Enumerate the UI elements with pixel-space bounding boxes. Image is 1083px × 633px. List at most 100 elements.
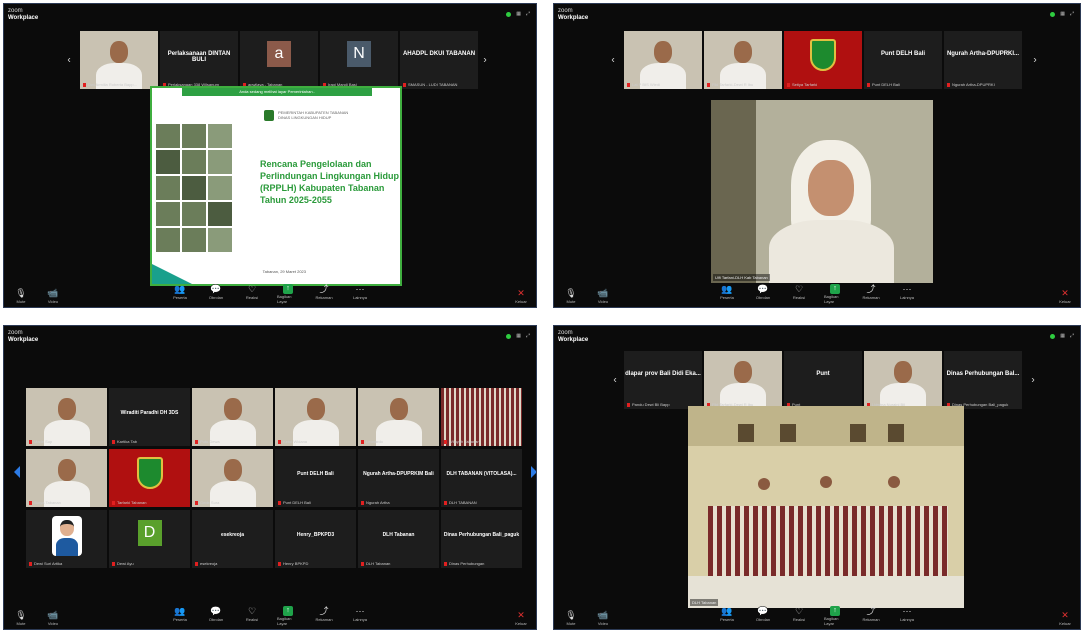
toolbar-button-lainnya[interactable]: ⋯ Lainnya: [896, 606, 918, 626]
toolbar-button-reaksi[interactable]: ♡ Reaksi: [788, 606, 810, 626]
security-icon[interactable]: [1050, 11, 1056, 17]
toolbar-button-video[interactable]: 📹 Video: [42, 610, 64, 626]
toolbar-button-lainnya[interactable]: ⋯ Lainnya: [349, 606, 371, 626]
participant-tile[interactable]: Punt Punt: [784, 351, 862, 409]
participant-tile[interactable]: Henry_BPKPD3 Henry BPKPD: [275, 510, 356, 568]
participant-tile[interactable]: Dewi Suri Artika: [26, 510, 107, 568]
prev-page-arrow-icon[interactable]: ‹: [610, 375, 620, 386]
view-icon[interactable]: ▦: [1060, 11, 1065, 17]
toolbar-button-rekaman[interactable]: ⤴ Rekaman: [313, 606, 335, 626]
participant-tile[interactable]: Fiki Tarfarki-Dewi R Ibu: [704, 31, 782, 89]
participant-tile[interactable]: Fiki Tarfarki-Dewi R Ibu: [704, 351, 782, 409]
toolbar-button-obrolan[interactable]: 💬 Obrolan: [752, 284, 774, 304]
toolbar-button-rekaman[interactable]: ⤴ Rekaman: [313, 284, 335, 304]
participant-tile[interactable]: a apwilaya - Tabanan: [240, 31, 318, 89]
active-speaker-video[interactable]: Ulfi Tarfani-DLH Kab Tabanan: [711, 100, 933, 283]
participant-tile[interactable]: Ketut Widana: [275, 388, 356, 446]
toolbar-button-peserta[interactable]: 👥 Peserta: [716, 606, 738, 626]
toolbar-button-label: Obrolan: [755, 295, 771, 300]
toolbar-button-label: Video: [47, 621, 59, 626]
toolbar-button-bagikan-layar[interactable]: ↑ Bagikan Layar: [277, 284, 299, 304]
next-page-arrow-icon[interactable]: [531, 466, 536, 478]
toolbar-button-peserta[interactable]: 👥 Peserta: [169, 606, 191, 626]
toolbar-button-video[interactable]: 📹 Video: [592, 610, 614, 626]
participant-tile[interactable]: DLH TABANAN (VITOLASA)... DLH TABANAN: [441, 449, 522, 507]
fullscreen-icon[interactable]: ⤢: [1070, 333, 1074, 339]
toolbar-button-rekaman[interactable]: ⤴ Rekaman: [860, 606, 882, 626]
participant-tile[interactable]: Tarfarki Tabanan: [109, 449, 190, 507]
participant-tile[interactable]: Lidwina Nuraini Bil: [864, 351, 942, 409]
participant-tile[interactable]: Dwi Armilia Roberta Bapp...: [80, 31, 158, 89]
participant-tile[interactable]: Dinas Perhubungan Bal... Dinas Perhubunga…: [944, 351, 1022, 409]
toolbar-button-video[interactable]: 📹 Video: [592, 288, 614, 304]
toolbar-button-bagikan-layar[interactable]: ↑ Bagikan Layar: [824, 284, 846, 304]
participant-tile[interactable]: Putu Dewa: [192, 388, 273, 446]
top-right-controls: ▦ ⤢: [506, 11, 530, 17]
security-icon[interactable]: [506, 333, 512, 339]
participant-tile[interactable]: dlapar prov Bali Didi Eka... Pandu Dewi B…: [624, 351, 702, 409]
participant-tile[interactable]: Ngurah Artha-DPUPRKIM Bali Ngurah Artha: [358, 449, 439, 507]
next-page-arrow-icon[interactable]: ›: [1030, 55, 1040, 66]
participant-tile[interactable]: Made Sup: [26, 388, 107, 446]
fullscreen-icon[interactable]: ⤢: [1070, 11, 1074, 17]
toolbar-button-keluar[interactable]: ✕ Keluar: [510, 288, 532, 304]
toolbar-button-peserta[interactable]: 👥 Peserta: [716, 284, 738, 304]
shared-slide: Anda sedang melihat layar Pemerintahan..…: [150, 86, 402, 286]
toolbar-button-keluar[interactable]: ✕ Keluar: [1054, 610, 1076, 626]
participant-tile[interactable]: Perlaksanaan DINTAN BULI Perlaksanaan 338…: [160, 31, 238, 89]
toolbar-button-bagikan-layar[interactable]: ↑ Bagikan Layar: [277, 606, 299, 626]
toolbar-button-lainnya[interactable]: ⋯ Lainnya: [349, 284, 371, 304]
next-page-arrow-icon[interactable]: ›: [1028, 375, 1038, 386]
meeting-room-video[interactable]: DLH Tabanan: [688, 406, 964, 608]
toolbar-button-obrolan[interactable]: 💬 Obrolan: [205, 606, 227, 626]
toolbar-button-bagikan-layar[interactable]: ↑ Bagikan Layar: [824, 606, 846, 626]
view-icon[interactable]: ▦: [516, 333, 521, 339]
next-page-arrow-icon[interactable]: ›: [480, 55, 490, 66]
toolbar-button-obrolan[interactable]: 💬 Obrolan: [205, 284, 227, 304]
participant-tile[interactable]: Ngurah Artha-DPUPRKI... Ngurah Artha-DPUP…: [944, 31, 1022, 89]
prev-page-arrow-icon[interactable]: ‹: [64, 55, 74, 66]
toolbar-button-keluar[interactable]: ✕ Keluar: [1054, 288, 1076, 304]
participant-tile[interactable]: Gede Sura: [192, 449, 273, 507]
fullscreen-icon[interactable]: ⤢: [526, 11, 530, 17]
participant-tile[interactable]: Setiya Tarfarki: [784, 31, 862, 89]
view-icon[interactable]: ▦: [516, 11, 521, 17]
security-icon[interactable]: [1050, 333, 1056, 339]
participant-tile[interactable]: Wilayah Tabanan: [441, 388, 522, 446]
toolbar-button-rekaman[interactable]: ⤴ Rekaman: [860, 284, 882, 304]
participant-tile[interactable]: Lat P BIS Wiedi: [624, 31, 702, 89]
prev-page-arrow-icon[interactable]: ‹: [608, 55, 618, 66]
toolbar-button-peserta[interactable]: 👥 Peserta: [169, 284, 191, 304]
prev-page-arrow-icon[interactable]: [14, 466, 20, 478]
fullscreen-icon[interactable]: ⤢: [526, 333, 530, 339]
participant-tile[interactable]: Leonardo: [358, 388, 439, 446]
participant-tile[interactable]: AHADPL DKUI TABANAN SMASUN - LUDI TABANAN: [400, 31, 478, 89]
viewing-banner[interactable]: Anda sedang melihat layar Pemerintahan..: [182, 88, 372, 96]
security-icon[interactable]: [506, 11, 512, 17]
toolbar-button-mute[interactable]: 🎙 Mute: [10, 610, 32, 626]
toolbar-button-mute[interactable]: 🎙 Mute: [10, 288, 32, 304]
participant-tile[interactable]: Punt DELH Bali Punt DELH Bali: [864, 31, 942, 89]
toolbar-button-mute[interactable]: 🎙 Mute: [560, 610, 582, 626]
view-icon[interactable]: ▦: [1060, 333, 1065, 339]
toolbar-button-reaksi[interactable]: ♡ Reaksi: [788, 284, 810, 304]
toolbar-button-mute[interactable]: 🎙 Mute: [560, 288, 582, 304]
participant-tile[interactable]: Punt DELH Bali Punt DELH Bali: [275, 449, 356, 507]
participant-tile[interactable]: esekreoja esekreoja: [192, 510, 273, 568]
toolbar-button-lainnya[interactable]: ⋯ Lainnya: [896, 284, 918, 304]
participant-tile[interactable]: DLH Tabanan DLH Tabanan: [358, 510, 439, 568]
participant-tile[interactable]: Dinas Perhubungan Bali_paguk Dinas Perhub…: [441, 510, 522, 568]
toolbar-button-label: Rekaman: [315, 617, 333, 622]
participant-tile[interactable]: D Dewi Ayu: [109, 510, 190, 568]
toolbar-button-video[interactable]: 📹 Video: [42, 288, 64, 304]
room-wall: [688, 406, 964, 446]
participant-tile[interactable]: Wiraditi Paradhi DH 3DS Kartika Tab: [109, 388, 190, 446]
participant-video: [26, 449, 107, 507]
participant-tile[interactable]: N Iragi Mandi Basi: [320, 31, 398, 89]
toolbar-button-label: Rekaman: [315, 295, 333, 300]
participant-tile[interactable]: Surya Tabanan: [26, 449, 107, 507]
toolbar-button-obrolan[interactable]: 💬 Obrolan: [752, 606, 774, 626]
toolbar-button-reaksi[interactable]: ♡ Reaksi: [241, 284, 263, 304]
toolbar-button-keluar[interactable]: ✕ Keluar: [510, 610, 532, 626]
toolbar-button-reaksi[interactable]: ♡ Reaksi: [241, 606, 263, 626]
